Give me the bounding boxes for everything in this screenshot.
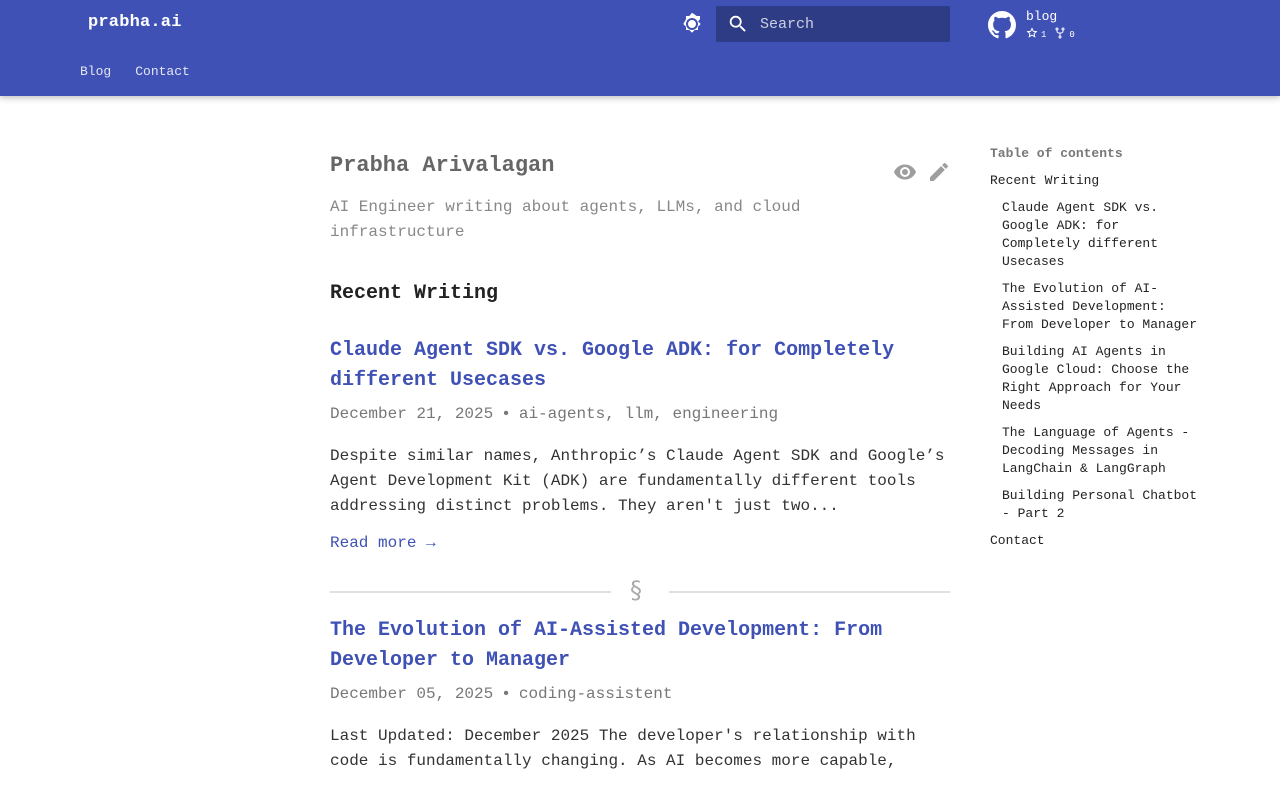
post-item: The Evolution of AI-Assisted Development… [330,616,950,774]
section-sign-icon: § [630,576,642,604]
repo-facts: 1 0 [1026,27,1075,42]
site-header: prabha.ai blog 1 0 [0,0,1280,96]
toc-item-contact[interactable]: Contact [990,532,1200,550]
search-icon [727,13,749,35]
post-title-link[interactable]: The Evolution of AI-Assisted Development… [330,616,950,676]
toc-item-post[interactable]: Building Personal Chatbot - Part 2 [990,487,1200,523]
meta-separator: • [501,685,511,703]
post-date: December 05, 2025 [330,685,494,703]
nav-item-blog[interactable]: Blog [80,64,111,79]
search-input[interactable] [760,6,945,42]
divider-line [330,591,611,593]
star-icon [1026,27,1038,42]
main-content: Prabha Arivalagan AI Engineer writing ab… [330,150,950,774]
table-of-contents: Table of contents Recent Writing Claude … [990,145,1200,559]
repo-name: blog [1026,9,1058,24]
post-tags[interactable]: ai-agents, llm, engineering [519,405,778,423]
search-box[interactable] [716,6,950,42]
post-meta: December 05, 2025 • coding-assistent [330,683,950,705]
post-title-link[interactable]: Claude Agent SDK vs. Google ADK: for Com… [330,336,950,396]
meta-separator: • [501,405,511,423]
repo-stars: 1 [1026,27,1046,42]
repo-link[interactable]: blog 1 0 [988,8,1138,42]
page-subtitle: AI Engineer writing about agents, LLMs, … [330,198,801,241]
page-title: Prabha Arivalagan [330,153,555,178]
post-divider: § [330,576,950,604]
fork-icon [1054,27,1066,42]
toc-item-post[interactable]: Building AI Agents in Google Cloud: Choo… [990,343,1200,415]
toc-item-post[interactable]: The Evolution of AI-Assisted Development… [990,280,1200,334]
section-heading: Recent Writing [330,282,499,305]
site-title[interactable]: prabha.ai [88,13,182,32]
repo-forks: 0 [1054,27,1075,42]
toc-title: Table of contents [990,146,1123,161]
post-date: December 21, 2025 [330,405,494,423]
divider-line [669,591,950,593]
post-excerpt: Last Updated: December 2025 The develope… [330,727,916,770]
toc-item-recent-writing[interactable]: Recent Writing [990,172,1200,190]
fork-count: 0 [1069,29,1075,40]
post-tags[interactable]: coding-assistent [519,685,673,703]
read-more-link[interactable]: Read more → [330,534,436,552]
nav-item-contact[interactable]: Contact [135,64,190,79]
toc-item-post[interactable]: The Language of Agents - Decoding Messag… [990,424,1200,478]
github-icon [988,11,1016,39]
toc-item-post[interactable]: Claude Agent SDK vs. Google ADK: for Com… [990,199,1200,271]
post-meta: December 21, 2025 • ai-agents, llm, engine… [330,403,950,425]
post-excerpt: Despite similar names, Anthropic’s Claud… [330,447,945,515]
brightness-icon[interactable] [680,12,704,36]
post-item: Claude Agent SDK vs. Google ADK: for Com… [330,336,950,552]
top-nav: Blog Contact [80,64,190,79]
star-count: 1 [1041,29,1047,40]
